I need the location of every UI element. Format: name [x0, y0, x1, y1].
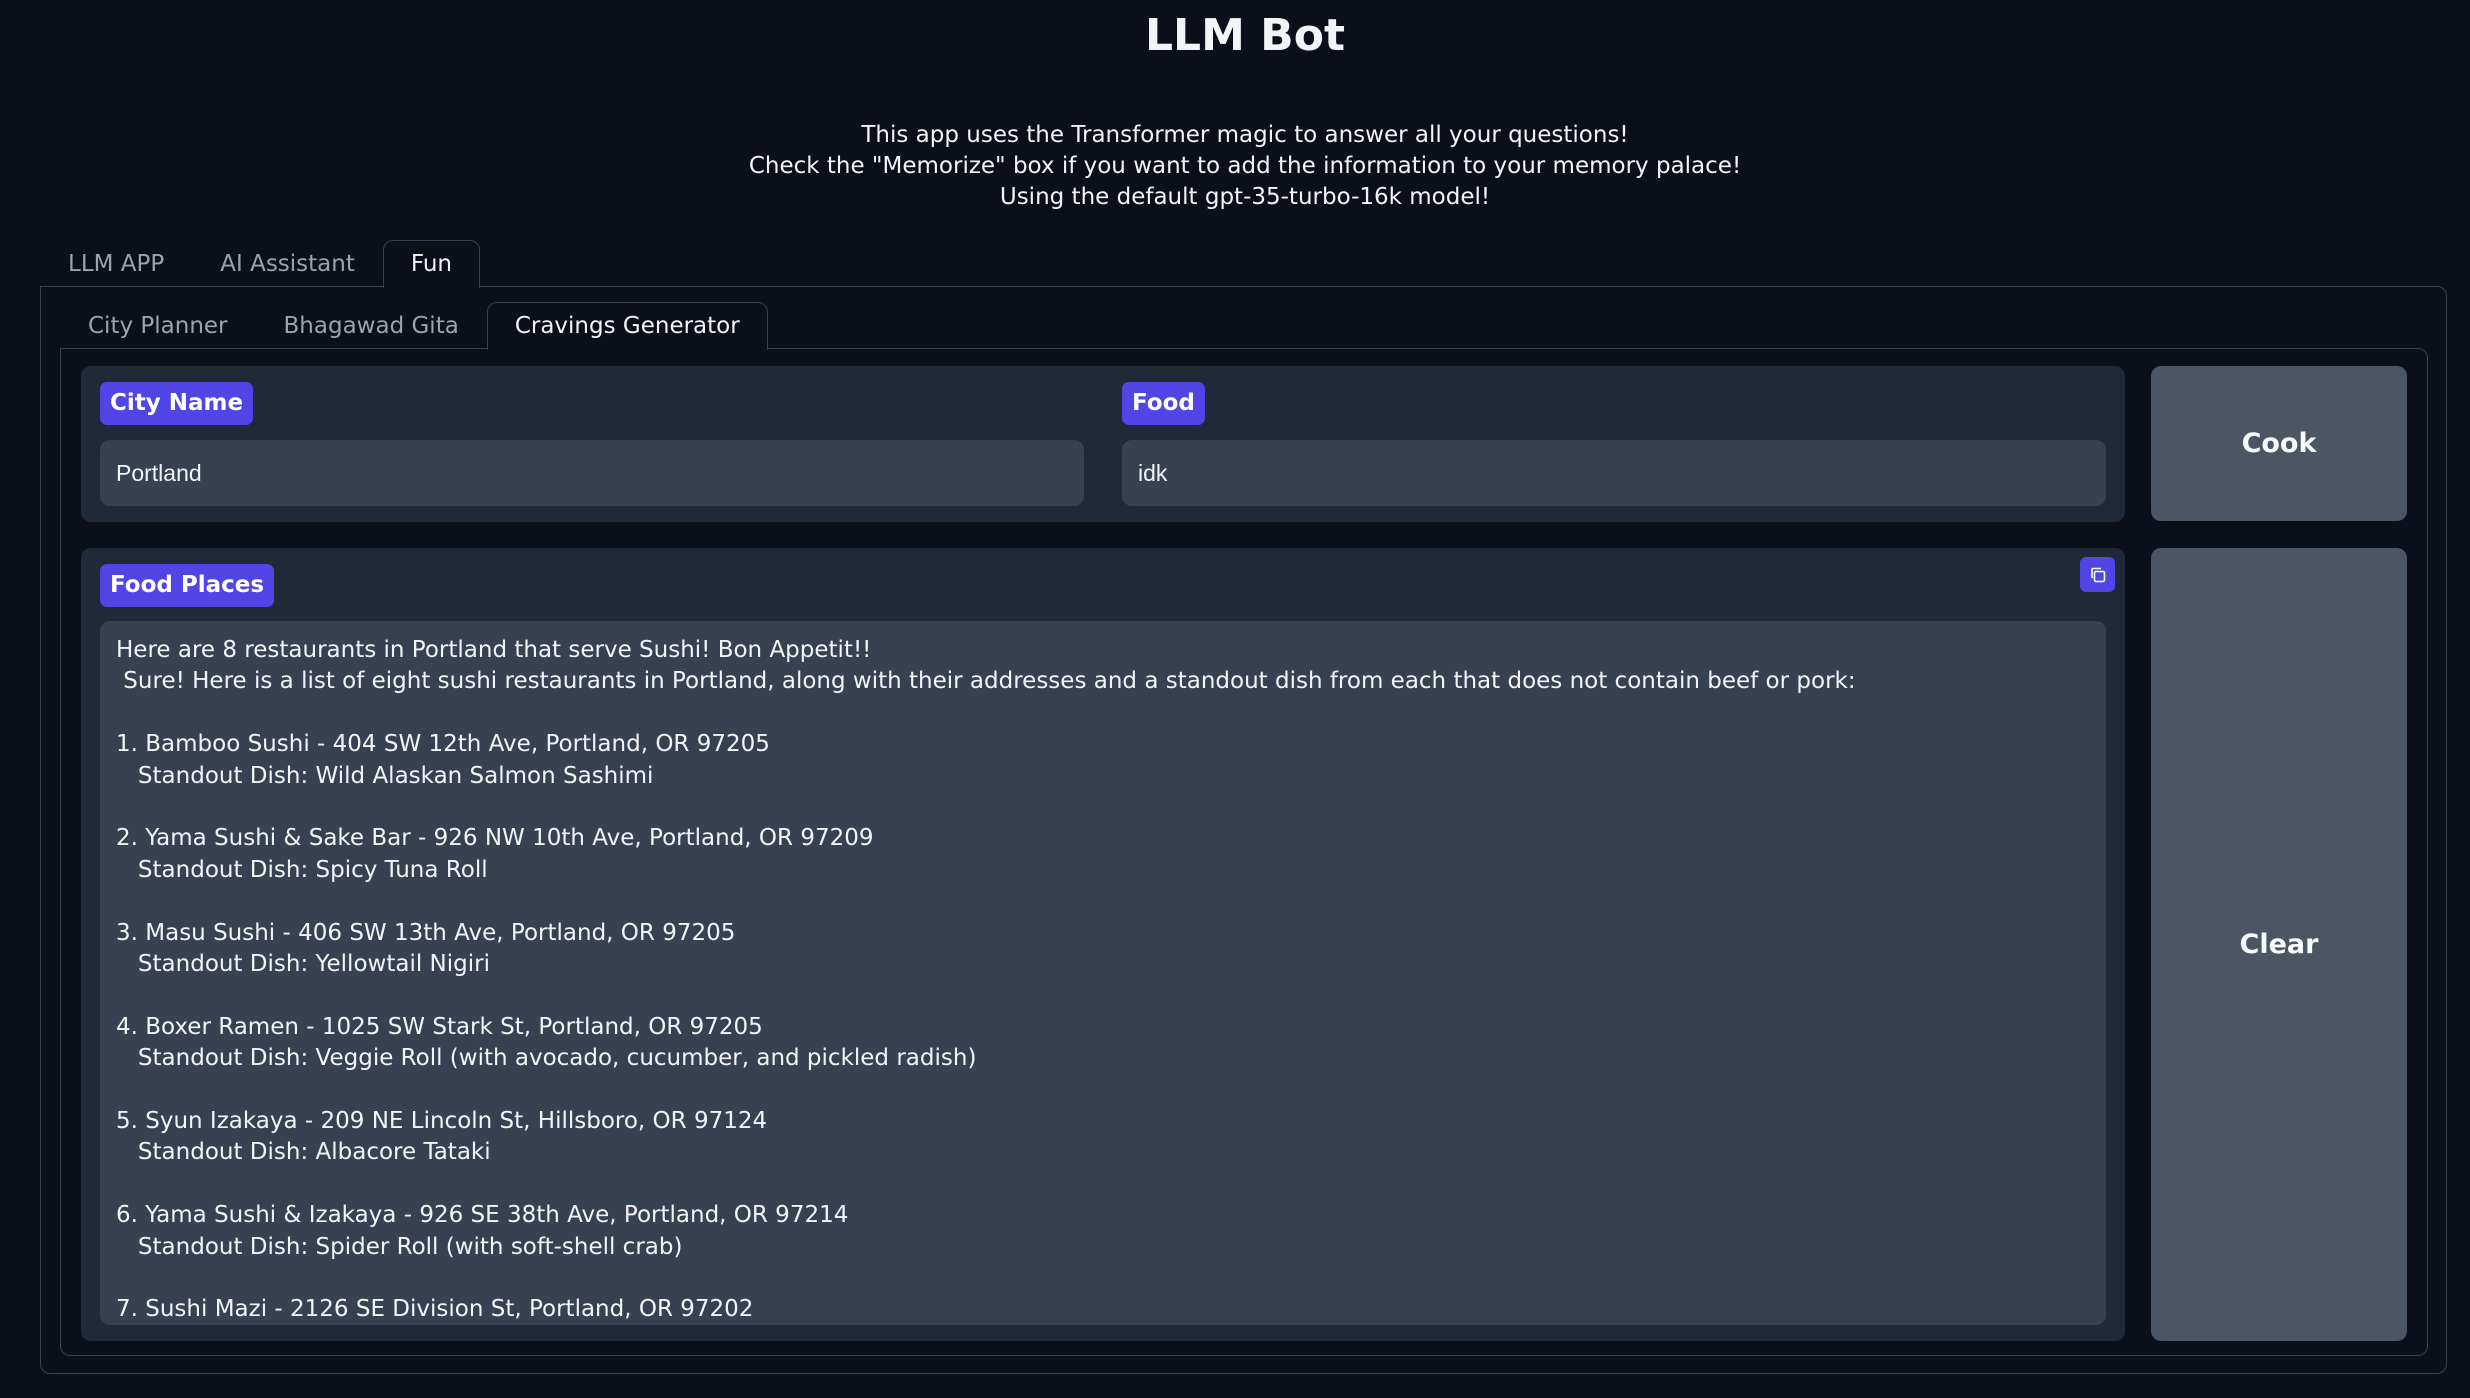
tab-llm-app[interactable]: LLM APP [40, 240, 192, 287]
output-line: Sure! Here is a list of eight sushi rest… [116, 668, 1856, 695]
description-line: Using the default gpt-35-turbo-16k model… [999, 184, 1491, 210]
city-name-input[interactable] [100, 440, 1084, 506]
description-line: Check the "Memorize" box if you want to … [748, 153, 1742, 179]
city-name-label: City Name [100, 382, 254, 425]
food-places-label: Food Places [100, 564, 275, 607]
page-title: LLM Bot [1145, 10, 1345, 61]
output-line: 4. Boxer Ramen - 1025 SW Stark St, Portl… [116, 1013, 763, 1040]
output-line: 5. Syun Izakaya - 209 NE Lincoln St, Hil… [116, 1108, 768, 1135]
description-line: This app uses the Transformer magic to a… [861, 122, 1629, 148]
output-line: Here are 8 restaurants in Portland that … [116, 637, 872, 663]
app-root: LLM Bot This app uses the Transformer ma… [0, 0, 2470, 1398]
tab-city-planner[interactable]: City Planner [60, 302, 256, 349]
cook-button[interactable]: Cook [2151, 366, 2407, 521]
food-label: Food [1122, 382, 1205, 425]
tab-fun[interactable]: Fun [382, 240, 481, 288]
food-places-output[interactable]: Here are 8 restaurants in Portland that … [100, 621, 2106, 1325]
tab-bhagawad-gita[interactable]: Bhagawad Gita [256, 302, 487, 349]
tab-ai-assistant[interactable]: AI Assistant [192, 240, 383, 287]
output-line: Standout Dish: Spicy Tuna Roll [116, 856, 488, 883]
output-line: Standout Dish: Wild Alaskan Salmon Sashi… [116, 762, 654, 789]
food-input[interactable] [1122, 440, 2106, 506]
output-line: Standout Dish: Spider Roll (with soft-sh… [116, 1233, 683, 1260]
outer-tab-bar: LLM APP AI Assistant Fun [40, 240, 481, 288]
output-line: Standout Dish: Albacore Tataki [116, 1139, 491, 1166]
output-line: 7. Sushi Mazi - 2126 SE Division St, Por… [116, 1296, 754, 1323]
output-line: 1. Bamboo Sushi - 404 SW 12th Ave, Portl… [116, 731, 770, 758]
inner-tab-bar: City Planner Bhagawad Gita Cravings Gene… [60, 302, 768, 350]
output-line: Standout Dish: Yellowtail Nigiri [116, 951, 490, 978]
output-line: 2. Yama Sushi & Sake Bar - 926 NW 10th A… [116, 825, 874, 852]
tab-cravings-generator[interactable]: Cravings Generator [486, 302, 768, 350]
app-description: This app uses the Transformer magic to a… [0, 120, 2470, 213]
output-line: Standout Dish: Veggie Roll (with avocado… [116, 1045, 977, 1072]
output-line: 3. Masu Sushi - 406 SW 13th Ave, Portlan… [116, 919, 736, 946]
clear-button[interactable]: Clear [2151, 548, 2407, 1341]
output-line: 6. Yama Sushi & Izakaya - 926 SE 38th Av… [116, 1202, 849, 1229]
copy-icon [2090, 567, 2105, 582]
copy-button[interactable] [2080, 557, 2115, 592]
